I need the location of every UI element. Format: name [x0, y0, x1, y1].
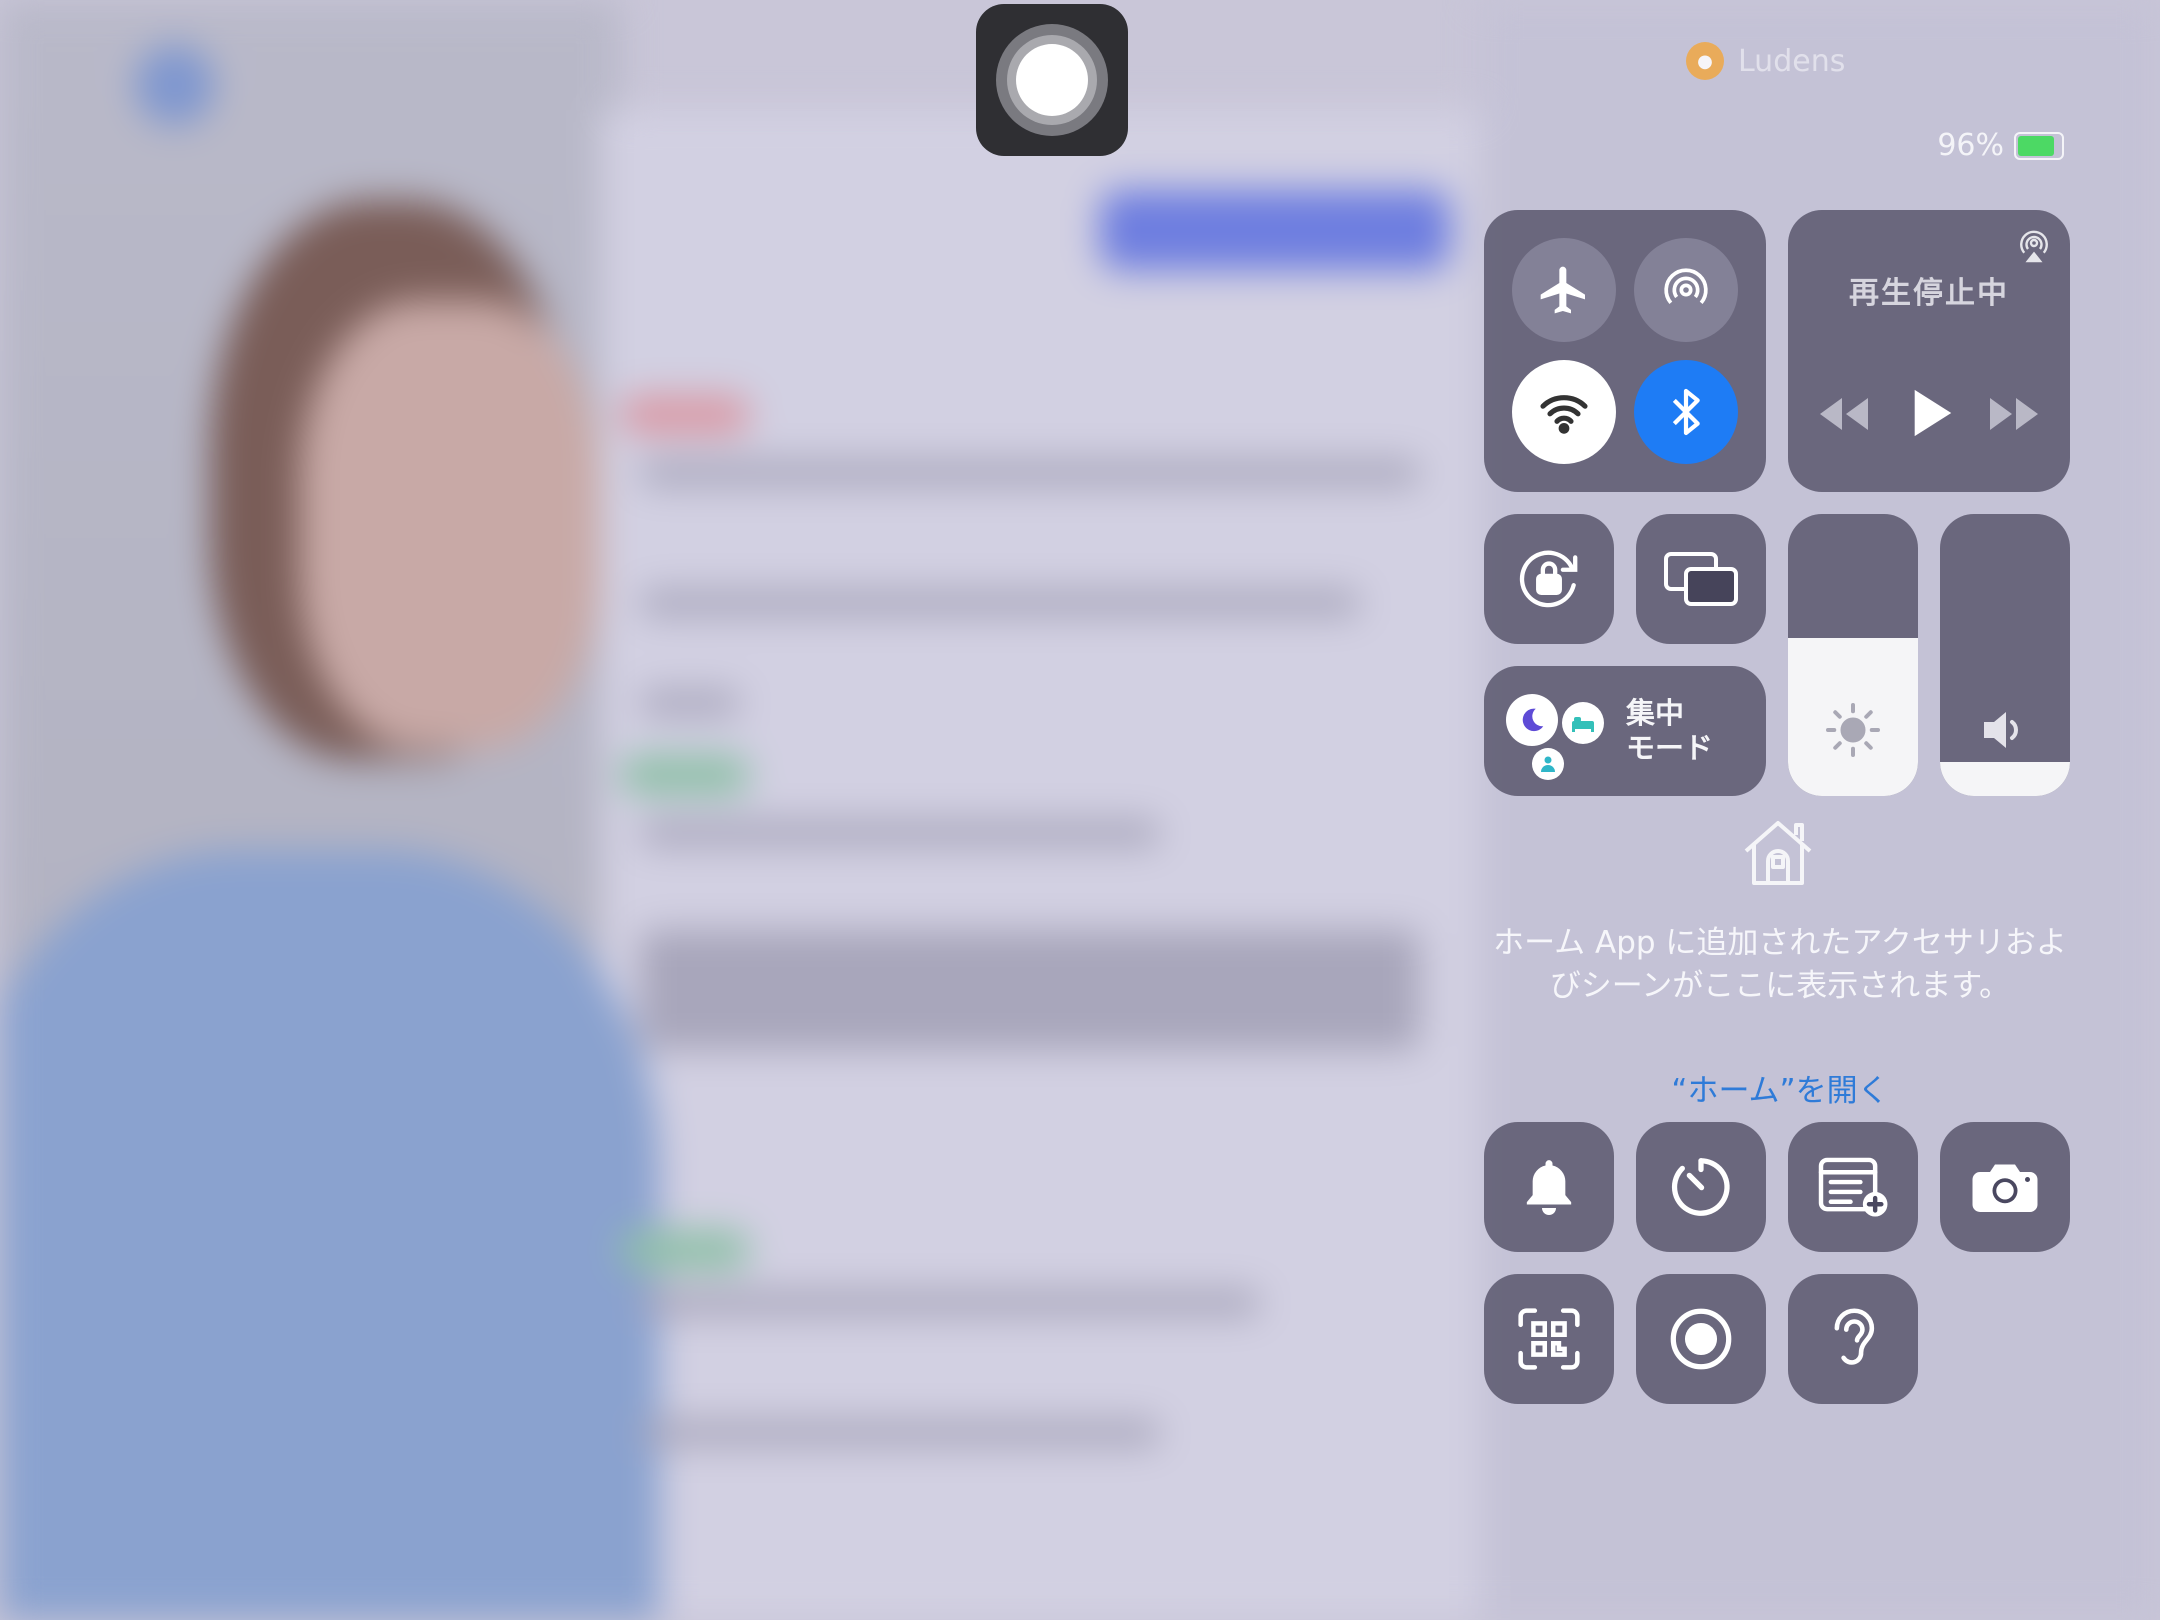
timer-button[interactable] — [1636, 1122, 1766, 1252]
screen-record-icon — [1670, 1308, 1732, 1370]
siri-indicator: ● Ludens — [1686, 42, 1845, 80]
camera-icon — [1972, 1164, 2038, 1212]
open-home-link[interactable]: “ホーム”を開く — [1480, 1065, 2080, 1110]
qr-code-icon — [1518, 1308, 1580, 1370]
connectivity-module — [1484, 210, 1766, 492]
fast-forward-icon[interactable] — [1986, 394, 2042, 434]
microphone-icon: ● — [1686, 42, 1724, 80]
battery-percent: 96% — [1937, 128, 2004, 163]
hearing-button[interactable] — [1788, 1274, 1918, 1404]
personal-icon — [1532, 748, 1564, 780]
focus-mode-label: 集中 モード — [1626, 696, 1713, 766]
bed-icon — [1562, 702, 1604, 744]
sun-icon — [1826, 703, 1880, 757]
volume-slider[interactable] — [1940, 514, 2070, 796]
speaker-icon — [1984, 712, 2018, 748]
wifi-toggle[interactable] — [1512, 360, 1616, 464]
volume-slider-fill — [1940, 762, 2070, 796]
quick-note-icon — [1818, 1157, 1888, 1217]
now-playing-module: 再生停止中 — [1788, 210, 2070, 492]
screen-recording-button[interactable] — [1636, 1274, 1766, 1404]
ear-icon — [1834, 1308, 1875, 1365]
airdrop-icon — [1664, 268, 1708, 305]
airplay-audio-icon[interactable] — [2016, 228, 2052, 264]
silent-mode-button[interactable] — [1484, 1122, 1614, 1252]
focus-mode-module[interactable]: 集中 モード — [1484, 666, 1766, 796]
airplane-mode-toggle[interactable] — [1512, 238, 1616, 342]
code-scanner-button[interactable] — [1484, 1274, 1614, 1404]
bluetooth-icon — [1672, 388, 1700, 436]
focus-label-line2: モード — [1626, 731, 1714, 765]
moon-icon — [1506, 694, 1558, 746]
siri-app-label: Ludens — [1738, 43, 1846, 79]
screen-mirroring-button[interactable] — [1636, 514, 1766, 644]
orientation-lock-button[interactable] — [1484, 514, 1614, 644]
home-icon — [1744, 821, 1812, 885]
quick-note-button[interactable] — [1788, 1122, 1918, 1252]
airdrop-toggle[interactable] — [1634, 238, 1738, 342]
timer-icon — [1671, 1158, 1730, 1216]
media-status-title: 再生停止中 — [1849, 276, 2009, 311]
wifi-icon — [1540, 395, 1588, 434]
focus-label-line1: 集中 — [1626, 696, 1685, 730]
play-icon[interactable] — [1910, 388, 1954, 438]
camera-button[interactable] — [1940, 1122, 2070, 1252]
airplane-icon — [1540, 266, 1585, 314]
assistive-touch-button[interactable] — [976, 4, 1128, 156]
rewind-icon[interactable] — [1816, 394, 1872, 434]
bluetooth-toggle[interactable] — [1634, 360, 1738, 464]
rotation-lock-icon — [1519, 550, 1578, 608]
status-bar-right: 96% — [1937, 128, 2064, 163]
home-accessories-message: ホーム App に追加されたアクセサリおよびシーンがここに表示されます。 — [1493, 925, 2067, 1004]
brightness-slider[interactable] — [1788, 514, 1918, 796]
battery-icon — [2014, 131, 2064, 160]
focus-icons — [1506, 694, 1616, 780]
bell-icon — [1526, 1160, 1572, 1215]
screen-mirroring-icon — [1664, 552, 1738, 606]
